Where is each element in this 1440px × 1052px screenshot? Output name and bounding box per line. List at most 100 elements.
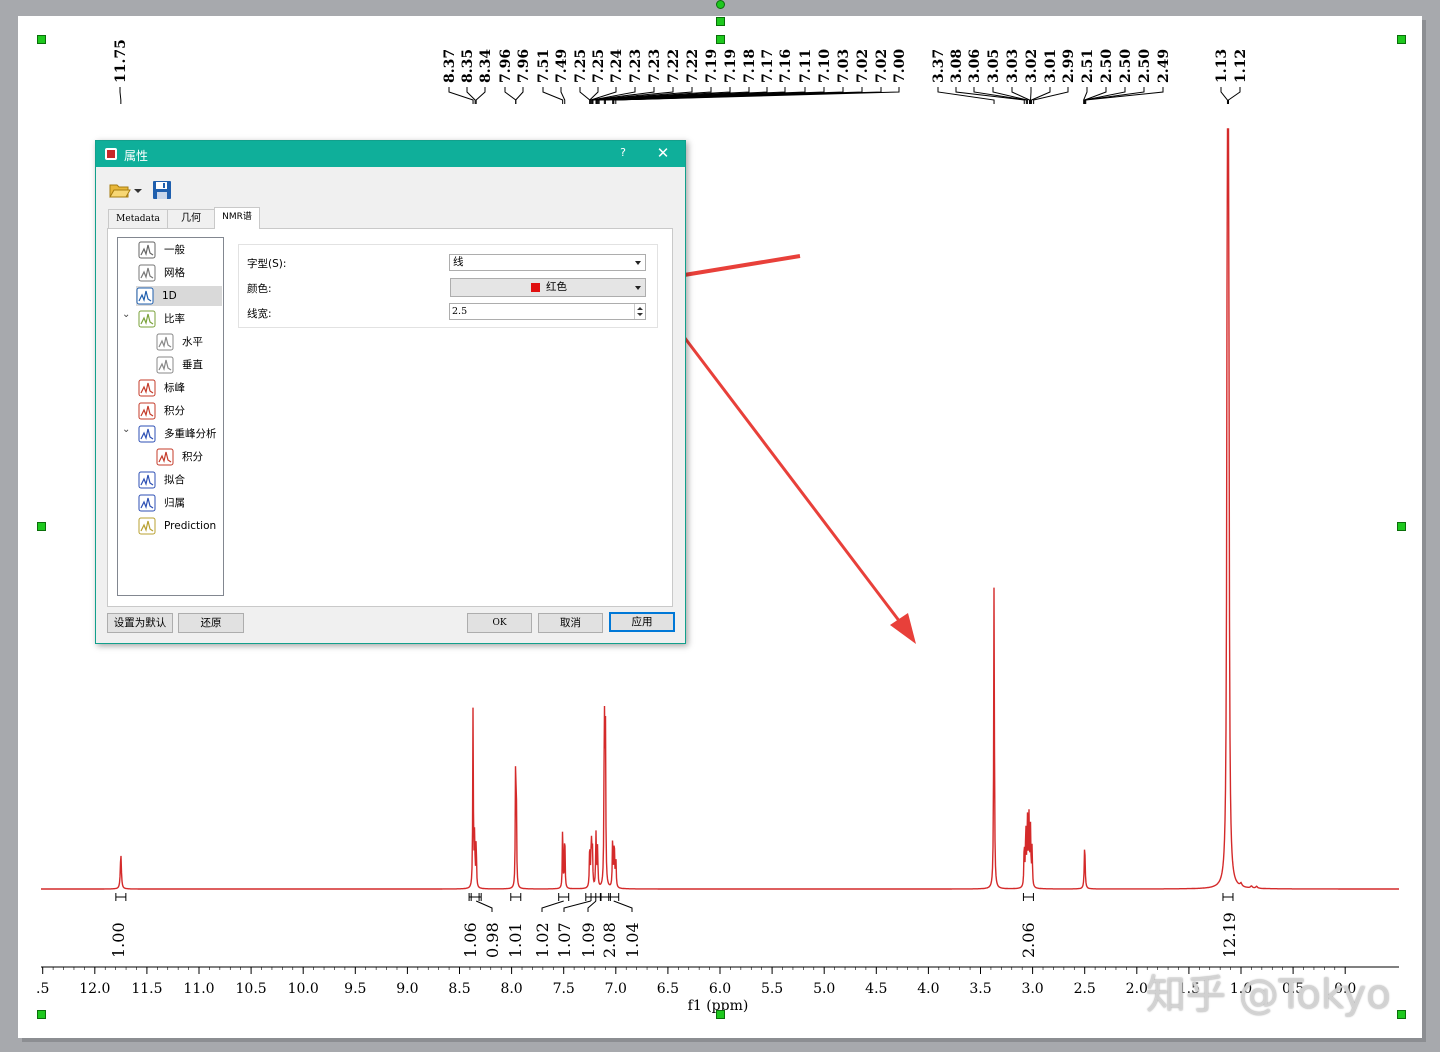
peak-label: 7.49 xyxy=(554,49,570,83)
x-axis-tick-label: 12.0 xyxy=(79,981,110,997)
peak-label: 7.24 xyxy=(609,49,625,83)
tree-item-label: 一般 xyxy=(164,244,185,256)
peak-label-leader xyxy=(504,87,517,104)
x-axis-tick-label: 5.0 xyxy=(813,981,835,997)
close-button[interactable]: ✕ xyxy=(654,144,672,162)
integral-leader xyxy=(541,900,564,912)
chevron-down-icon[interactable]: ⌄ xyxy=(122,424,130,435)
resize-handle-bottom[interactable] xyxy=(716,1010,725,1019)
peak-label: 2.50 xyxy=(1099,49,1115,83)
x-axis-tick-label: 3.5 xyxy=(969,981,991,997)
ratio-icon xyxy=(138,310,156,328)
help-button[interactable]: ? xyxy=(616,146,630,162)
peak-label: 1.12 xyxy=(1233,49,1249,83)
spectrum-1d-icon xyxy=(136,287,154,305)
line-width-label: 线宽: xyxy=(247,308,272,320)
x-axis-tick-label: 3.0 xyxy=(1021,981,1043,997)
peak-label: 2.49 xyxy=(1156,49,1172,83)
integral-bracket xyxy=(558,893,570,901)
tab-nmr-spectrum[interactable]: NMR谱 xyxy=(214,207,260,229)
rotate-handle[interactable] xyxy=(716,0,725,9)
peak-label: 2.50 xyxy=(1118,49,1134,83)
peak-label: 7.25 xyxy=(591,49,607,83)
peak-label-leader xyxy=(1011,87,1030,104)
tab-metadata[interactable]: Metadata xyxy=(108,209,168,228)
chevron-down-icon[interactable]: ⌄ xyxy=(122,309,130,320)
resize-handle-top-right[interactable] xyxy=(1397,35,1406,44)
dialog-title: 属性 xyxy=(124,149,149,163)
x-axis-tick-label: 4.5 xyxy=(865,981,887,997)
peak-label: 7.19 xyxy=(704,49,720,83)
vertical-ruler-icon xyxy=(156,356,174,374)
color-label: 颜色: xyxy=(247,283,272,295)
line-width-value: 2.5 xyxy=(452,306,468,317)
assign-icon xyxy=(138,494,156,512)
horizontal-ruler-icon xyxy=(156,333,174,351)
peak-label-leader xyxy=(955,87,1025,104)
integral-value: 0.98 xyxy=(483,922,502,958)
chevron-down-icon[interactable] xyxy=(134,188,142,194)
color-select[interactable]: 红色 xyxy=(450,278,646,297)
peak-label: 7.23 xyxy=(647,49,663,83)
resize-handle-bottom-left[interactable] xyxy=(37,1010,46,1019)
x-axis-tick-label: 11.0 xyxy=(183,981,214,997)
line-width-spinbox[interactable]: 2.5 xyxy=(449,303,646,320)
chevron-down-icon xyxy=(635,261,641,265)
resize-handle-right[interactable] xyxy=(1397,522,1406,531)
resize-handle-top[interactable] xyxy=(716,35,725,44)
category-tree[interactable]: 一般 网格 1D 比率 水平 垂直 标峰 积分 多重峰分析 积分 拟合 归属 Prediction ⌄ ⌄ xyxy=(117,237,224,596)
peak-label: 3.02 xyxy=(1024,49,1040,83)
resize-handle-left[interactable] xyxy=(37,522,46,531)
tree-item-label: 网格 xyxy=(164,267,185,279)
peak-label: 7.11 xyxy=(798,49,814,83)
ok-button[interactable]: OK xyxy=(467,613,532,633)
tree-item-label: 积分 xyxy=(182,451,203,463)
resize-handle-top-left[interactable] xyxy=(37,35,46,44)
x-axis-tick-label: 6.5 xyxy=(657,981,679,997)
tree-item-label: 拟合 xyxy=(164,474,185,486)
style-select[interactable]: 线 xyxy=(449,254,646,271)
x-axis-tick-label: 10.5 xyxy=(236,981,267,997)
x-axis-tick-label: 10.0 xyxy=(288,981,319,997)
set-default-button[interactable]: 设置为默认 xyxy=(107,613,173,633)
annotation-arrowhead xyxy=(890,613,916,644)
peak-label: 7.22 xyxy=(666,49,682,83)
x-axis-tick-label: 7.5 xyxy=(553,981,575,997)
prediction-icon xyxy=(138,517,156,535)
restore-button[interactable]: 还原 xyxy=(178,613,244,633)
style-label: 字型(S): xyxy=(247,258,287,270)
peak-label-leader xyxy=(1084,87,1145,104)
tree-item-label: 1D xyxy=(162,290,177,302)
tree-item-label: 水平 xyxy=(182,336,203,348)
app-icon xyxy=(105,148,117,160)
tree-item[interactable]: 1D xyxy=(136,286,222,306)
x-axis-tick-label: 7.0 xyxy=(605,981,627,997)
peak-label: 8.37 xyxy=(442,49,458,83)
peak-label-leader xyxy=(119,87,122,104)
x-axis-tick-label: 2.5 xyxy=(1074,981,1096,997)
floppy-save-icon[interactable] xyxy=(152,180,172,200)
peak-label: 3.03 xyxy=(1005,49,1021,83)
apply-button[interactable]: 应用 xyxy=(609,612,675,632)
peak-label: 7.10 xyxy=(817,49,833,83)
spin-buttons[interactable] xyxy=(634,304,645,319)
properties-dialog: 属性 ? ✕ Metadata 几何 NMR谱 一般 网格 1D 比率 水平 垂直 标峰 积分… xyxy=(95,140,686,644)
folder-open-icon[interactable] xyxy=(109,181,131,199)
line-properties-group: 字型(S): 线 颜色: 红色 线宽: 2.5 xyxy=(238,244,658,328)
move-handle-top[interactable] xyxy=(716,17,725,26)
integral-value: 2.08 xyxy=(600,922,619,958)
tree-item-label: 积分 xyxy=(164,405,185,417)
x-axis-tick-label: 6.0 xyxy=(709,981,731,997)
peak-label: 8.35 xyxy=(460,49,476,83)
integral-bracket xyxy=(115,893,127,901)
dialog-titlebar[interactable]: 属性 ? ✕ xyxy=(96,141,685,167)
cancel-button[interactable]: 取消 xyxy=(538,613,603,633)
integral-icon xyxy=(156,448,174,466)
color-swatch xyxy=(531,283,540,292)
tab-geometry[interactable]: 几何 xyxy=(167,209,215,228)
resize-handle-bottom-right[interactable] xyxy=(1397,1010,1406,1019)
tree-item-label: Prediction xyxy=(164,520,217,532)
peak-label-leader xyxy=(515,87,524,104)
integral-value: 2.06 xyxy=(1019,922,1038,958)
x-axis-tick-label: .5 xyxy=(36,981,49,997)
